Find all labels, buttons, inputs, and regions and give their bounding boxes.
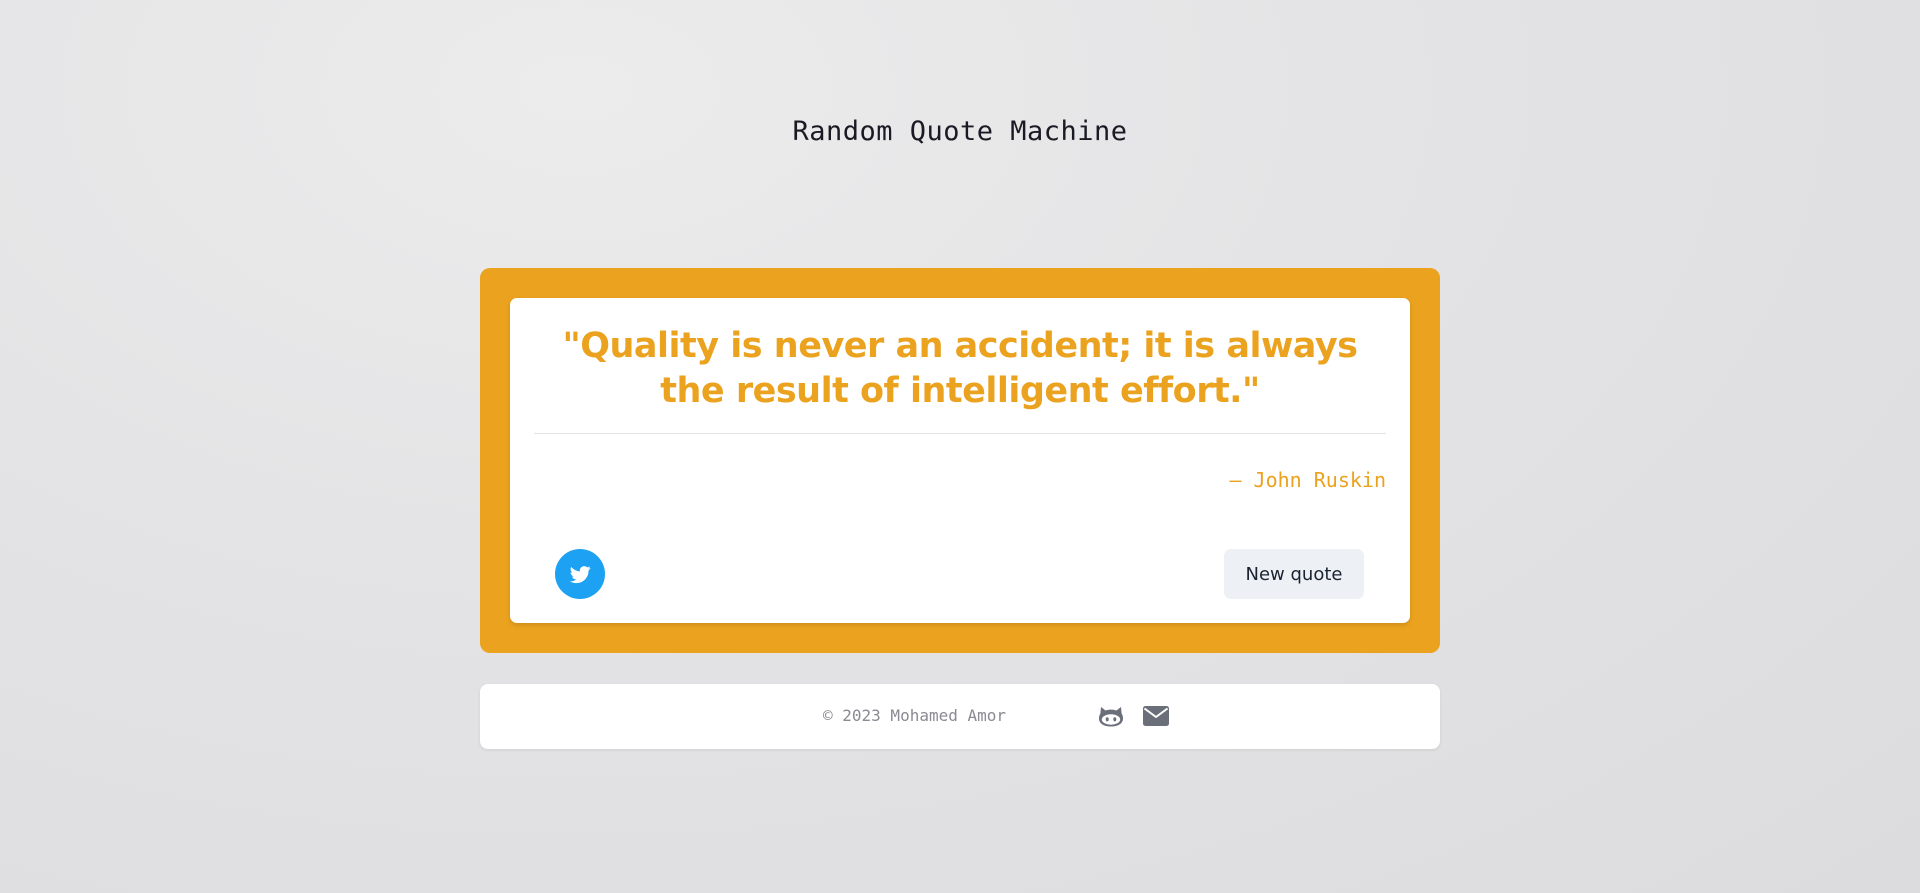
envelope-icon bbox=[1143, 706, 1169, 726]
tweet-quote-button[interactable] bbox=[555, 549, 605, 599]
twitter-icon bbox=[569, 565, 591, 583]
page-title: Random Quote Machine bbox=[792, 116, 1128, 147]
quote-card: "Quality is never an accident; it is alw… bbox=[510, 298, 1410, 623]
email-link[interactable] bbox=[1143, 704, 1169, 728]
divider bbox=[534, 433, 1386, 434]
github-icon bbox=[1099, 707, 1123, 727]
copyright-text: © 2023 Mohamed Amor bbox=[823, 706, 1007, 725]
footer: © 2023 Mohamed Amor bbox=[480, 684, 1440, 749]
github-link[interactable] bbox=[1098, 704, 1124, 728]
quote-author: — John Ruskin bbox=[1229, 468, 1386, 492]
new-quote-button[interactable]: New quote bbox=[1224, 549, 1364, 599]
quote-text: "Quality is never an accident; it is alw… bbox=[562, 326, 1358, 411]
quote-box: "Quality is never an accident; it is alw… bbox=[480, 268, 1440, 653]
